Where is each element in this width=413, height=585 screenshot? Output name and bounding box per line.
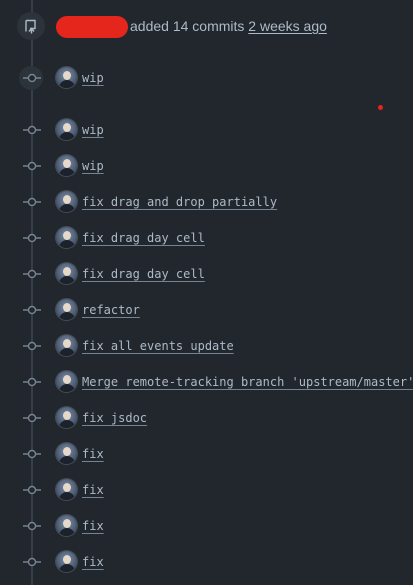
commit-message-link[interactable]: fix drag and drop partially [82, 194, 277, 210]
git-commit-icon [23, 338, 41, 354]
commit-row: refactor [0, 298, 413, 322]
git-commit-icon [23, 554, 41, 570]
commit-row: fix [0, 478, 413, 502]
commit-message-link[interactable]: refactor [82, 302, 140, 318]
git-commit-icon [23, 122, 41, 138]
commit-message-link[interactable]: fix [82, 518, 104, 534]
user-avatar[interactable] [56, 335, 77, 356]
commit-message-link[interactable]: fix all events update [82, 338, 234, 354]
commit-row: fix [0, 550, 413, 574]
user-avatar[interactable] [56, 443, 77, 464]
commit-row: fix all events update [0, 334, 413, 358]
commit-row: fix drag and drop partially [0, 190, 413, 214]
push-timestamp-link[interactable]: 2 weeks ago [248, 18, 327, 34]
repo-push-icon [17, 12, 45, 40]
push-summary-text: added 14 commits [130, 18, 245, 34]
commit-message-link[interactable]: fix [82, 446, 104, 462]
git-commit-icon [23, 70, 41, 86]
commit-row: wip [0, 66, 413, 90]
user-avatar[interactable] [56, 155, 77, 176]
commit-row: wip [0, 154, 413, 178]
commit-row: wip [0, 118, 413, 142]
user-avatar[interactable] [56, 371, 77, 392]
commit-message-link[interactable]: fix drag day cell [82, 266, 205, 282]
user-avatar[interactable] [56, 299, 77, 320]
git-commit-icon [23, 230, 41, 246]
commit-message-link[interactable]: fix drag day cell [82, 230, 205, 246]
git-commit-icon [23, 410, 41, 426]
user-avatar[interactable] [56, 479, 77, 500]
git-commit-icon [23, 194, 41, 210]
user-avatar[interactable] [56, 551, 77, 572]
user-avatar[interactable] [56, 263, 77, 284]
commit-message-link[interactable]: Merge remote-tracking branch 'upstream/m… [82, 374, 413, 390]
git-commit-icon [23, 482, 41, 498]
git-commit-icon [23, 374, 41, 390]
user-avatar[interactable] [56, 67, 77, 88]
user-avatar[interactable] [56, 119, 77, 140]
red-dot-marker [378, 105, 383, 110]
user-avatar[interactable] [56, 515, 77, 536]
git-commit-icon [23, 158, 41, 174]
commit-message-link[interactable]: wip [82, 70, 104, 86]
commit-message-link[interactable]: wip [82, 122, 104, 138]
commit-row: fix drag day cell [0, 262, 413, 286]
git-commit-icon [23, 266, 41, 282]
push-summary: added 14 commits 2 weeks ago [130, 17, 327, 35]
commit-row: Merge remote-tracking branch 'upstream/m… [0, 370, 413, 394]
timeline-header: added 14 commits 2 weeks ago [0, 0, 413, 52]
commit-message-link[interactable]: fix [82, 482, 104, 498]
commit-message-link[interactable]: fix [82, 554, 104, 570]
commit-row: fix drag day cell [0, 226, 413, 250]
user-avatar[interactable] [56, 227, 77, 248]
commit-row: fix jsdoc [0, 406, 413, 430]
user-avatar[interactable] [56, 407, 77, 428]
user-avatar[interactable] [56, 191, 77, 212]
commit-row: fix [0, 514, 413, 538]
git-commit-icon [23, 446, 41, 462]
commit-message-link[interactable]: fix jsdoc [82, 410, 147, 426]
commit-message-link[interactable]: wip [82, 158, 104, 174]
redacted-author [56, 16, 128, 38]
commit-row: fix [0, 442, 413, 466]
git-commit-icon [23, 518, 41, 534]
git-commit-icon [23, 302, 41, 318]
